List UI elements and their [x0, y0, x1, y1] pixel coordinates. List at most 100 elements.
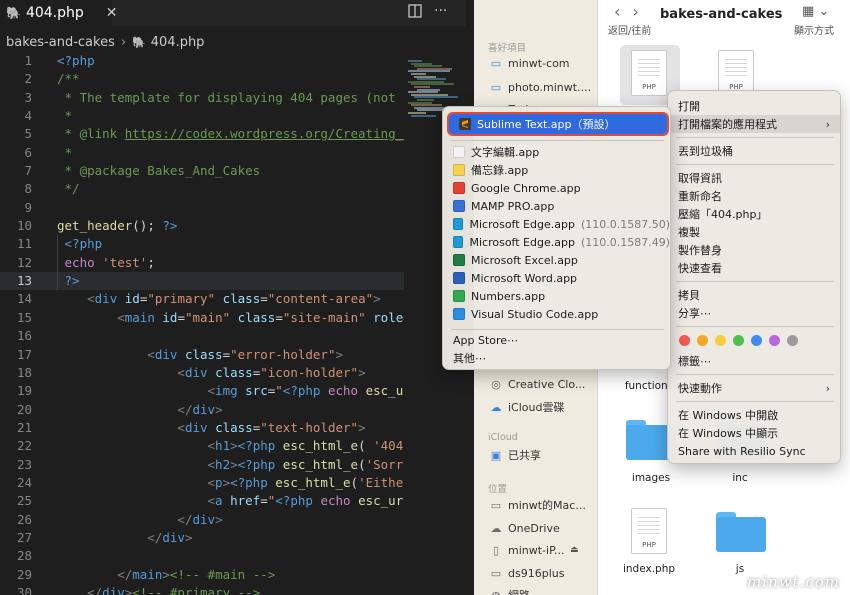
code-line[interactable]: 22 <h1><?php esc_html_e( '404 [0, 437, 404, 455]
breadcrumb-folder[interactable]: bakes-and-cakes [6, 35, 115, 50]
menu-item-share[interactable]: 分享⋯ [668, 304, 840, 322]
menu-item-app[interactable]: 備忘錄.app [443, 161, 670, 179]
code-line[interactable]: 6 * [0, 144, 404, 162]
menu-item-quick-look[interactable]: 快速查看 [668, 259, 840, 277]
close-tab-icon[interactable]: ✕ [106, 5, 118, 21]
menu-item-quick-actions[interactable]: 快速動作 › [668, 379, 840, 397]
sidebar-item-mac[interactable]: ▭ minwt的Mac... [489, 496, 586, 514]
folder-js[interactable] [716, 512, 766, 552]
menu-item-other[interactable]: 其他⋯ [443, 349, 670, 367]
code-line[interactable]: 3 * The template for displaying 404 page… [0, 89, 404, 107]
menu-item-app[interactable]: 文字編輯.app [443, 143, 670, 161]
menu-item-tags[interactable]: 標籤⋯ [668, 352, 840, 370]
code-line[interactable]: 24 <p><?php esc_html_e('Either [0, 474, 404, 492]
split-editor-icon[interactable] [408, 4, 422, 22]
code-line[interactable]: 26 </div> [0, 511, 404, 529]
sidebar-item-shared[interactable]: ▣ 已共享 [489, 446, 541, 464]
file-404-php[interactable]: PHP [631, 50, 667, 96]
code-area[interactable]: 1 <?php 2 /** 3 * The template for displayin… [0, 52, 404, 595]
code-line[interactable]: 15 <main id="main" class="site-main" rol… [0, 309, 404, 327]
sidebar-item-ds916plus[interactable]: ▭ ds916plus [489, 564, 565, 582]
back-forward-buttons[interactable]: ‹› [614, 2, 651, 21]
breadcrumb-file[interactable]: 404.php [151, 35, 205, 50]
tag-color-dot[interactable] [715, 335, 726, 346]
code-line[interactable]: 18 <div class="icon-holder"> [0, 364, 404, 382]
menu-item-get-info[interactable]: 取得資訊 [668, 169, 840, 187]
sidebar-item-minwt-com[interactable]: ▭ minwt-com [489, 54, 570, 72]
sidebar-item-photo[interactable]: ▭ photo.minwt.... [489, 78, 591, 96]
code-line[interactable]: 5 * @link https://codex.wordpress.org/Cr… [0, 125, 404, 143]
code-line[interactable]: 11 <?php [0, 235, 404, 254]
code-line[interactable]: 10 get_header(); ?> [0, 217, 404, 235]
code-line[interactable]: 8 */ [0, 180, 404, 198]
code-token: get_header [57, 218, 133, 234]
menu-item-copy[interactable]: 拷貝 [668, 286, 840, 304]
code-line[interactable]: 25 <a href="<?php echo esc_url [0, 492, 404, 510]
menu-item-open-with[interactable]: 打開檔案的應用程式 › [668, 115, 840, 133]
code-line[interactable]: 28 [0, 547, 404, 565]
code-token: 'Either [358, 474, 404, 490]
tag-color-dot[interactable] [679, 335, 690, 346]
menu-item-duplicate[interactable]: 複製 [668, 223, 840, 241]
sidebar-item-network[interactable]: ◍網路 [489, 586, 530, 595]
menu-item-trash[interactable]: 丟到垃圾桶 [668, 142, 840, 160]
menu-item-make-alias[interactable]: 製作替身 [668, 241, 840, 259]
back-icon[interactable]: ‹ [614, 2, 632, 21]
menu-item-open[interactable]: 打開 [668, 97, 840, 115]
menu-item-compress[interactable]: 壓縮「404.php」 [668, 205, 840, 223]
sidebar-item-creative-cloud[interactable]: ◎ Creative Clo... [489, 375, 585, 393]
code-line[interactable]: 21 <div class="text-holder"> [0, 419, 404, 437]
code-line[interactable]: 27 </div> [0, 529, 404, 547]
code-line[interactable]: 19 <img src="<?php echo esc_url [0, 382, 404, 400]
sidebar-item-iphone[interactable]: ▯ minwt-iP... [489, 541, 565, 559]
more-actions-icon[interactable]: ··· [434, 3, 447, 19]
code-line[interactable]: 13 ?> [0, 272, 404, 291]
code-line[interactable]: 2 /** [0, 70, 404, 88]
menu-item-show-in-windows[interactable]: 在 Windows 中顯示 [668, 424, 840, 442]
code-line[interactable]: 12 echo 'test'; [0, 253, 404, 273]
tag-color-dot[interactable] [787, 335, 798, 346]
menu-item-app-store[interactable]: App Store⋯ [443, 331, 670, 349]
shared-folder-icon: ▣ [490, 448, 502, 462]
menu-item-resilio-sync[interactable]: Share with Resilio Sync [668, 442, 840, 460]
code-line[interactable]: 30 </div><!-- #primary --> [0, 584, 404, 595]
sidebar-item-icloud-drive[interactable]: ☁ iCloud雲碟 [489, 398, 565, 416]
editor-tab[interactable]: 🐘 404.php ✕ [0, 0, 118, 26]
code-line[interactable]: 29 </main><!-- #main --> [0, 566, 404, 584]
menu-item-app[interactable]: Microsoft Edge.app (110.0.1587.49) [443, 233, 670, 251]
menu-item-open-in-windows[interactable]: 在 Windows 中開啟 [668, 406, 840, 424]
sidebar-item-onedrive[interactable]: ☁ OneDrive [489, 519, 560, 537]
code-line[interactable]: 7 * @package Bakes_And_Cakes [0, 162, 404, 180]
tag-color-dot[interactable] [769, 335, 780, 346]
tag-color-dot[interactable] [697, 335, 708, 346]
code-editor[interactable]: 🐘 404.php ✕ ··· bakes-and-cakes › 🐘 404.… [0, 0, 466, 595]
menu-item-app[interactable]: Microsoft Excel.app [443, 251, 670, 269]
code-line[interactable]: 20 </div> [0, 401, 404, 419]
grid-view-icon[interactable]: ▦ ⌄ [802, 4, 829, 19]
code-line[interactable]: 14 <div id="primary" class="content-area… [0, 290, 404, 308]
code-token: < [177, 419, 185, 435]
menu-item-sublime-text[interactable]: Sublime Text.app（預設） [447, 112, 669, 136]
code-token: ( [358, 456, 366, 472]
menu-item-app[interactable]: MAMP PRO.app [443, 197, 670, 215]
icloud-header: iCloud [488, 432, 518, 443]
menu-item-app[interactable]: Numbers.app [443, 287, 670, 305]
file-index-php[interactable]: PHP [631, 508, 667, 554]
tag-color-dot[interactable] [733, 335, 744, 346]
code-line[interactable]: 9 [0, 199, 404, 217]
menu-item-rename[interactable]: 重新命名 [668, 187, 840, 205]
code-line[interactable]: 1 <?php [0, 52, 404, 70]
code-token: class [215, 364, 253, 380]
menu-item-app[interactable]: Visual Studio Code.app [443, 305, 670, 323]
code-line[interactable]: 23 <h2><?php esc_html_e('Sorry [0, 456, 404, 474]
code-line[interactable]: 17 <div class="error-holder"> [0, 346, 404, 364]
menu-item-app[interactable]: Google Chrome.app [443, 179, 670, 197]
code-line[interactable]: 16 [0, 327, 404, 345]
tag-color-dot[interactable] [751, 335, 762, 346]
eject-icon[interactable]: ⏏ [570, 545, 579, 555]
forward-icon[interactable]: › [632, 2, 650, 21]
menu-item-app[interactable]: Microsoft Word.app [443, 269, 670, 287]
code-line[interactable]: 4 * [0, 107, 404, 125]
code-token: https://codex.wordpress.org/Creating_a [124, 126, 404, 142]
menu-item-app[interactable]: Microsoft Edge.app (110.0.1587.50) [443, 215, 670, 233]
